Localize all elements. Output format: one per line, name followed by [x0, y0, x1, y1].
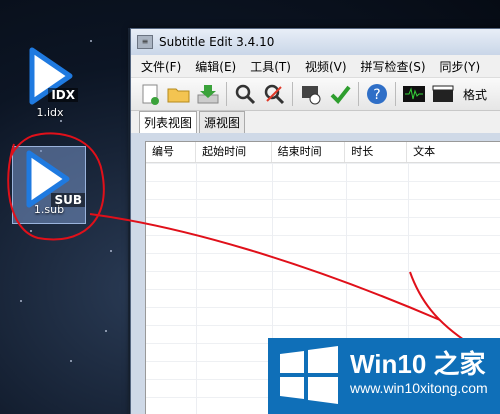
win10-watermark: Win10 之家 www.win10xitong.com — [268, 338, 500, 414]
windows-logo-icon — [280, 346, 338, 404]
watermark-site: www.win10xitong.com — [350, 380, 488, 396]
watermark-brand: Win10 之家 — [350, 349, 486, 379]
desktop: IDX 1.idx SUB 1.sub ≡ Subtitle Edit 3.4.… — [0, 0, 500, 414]
